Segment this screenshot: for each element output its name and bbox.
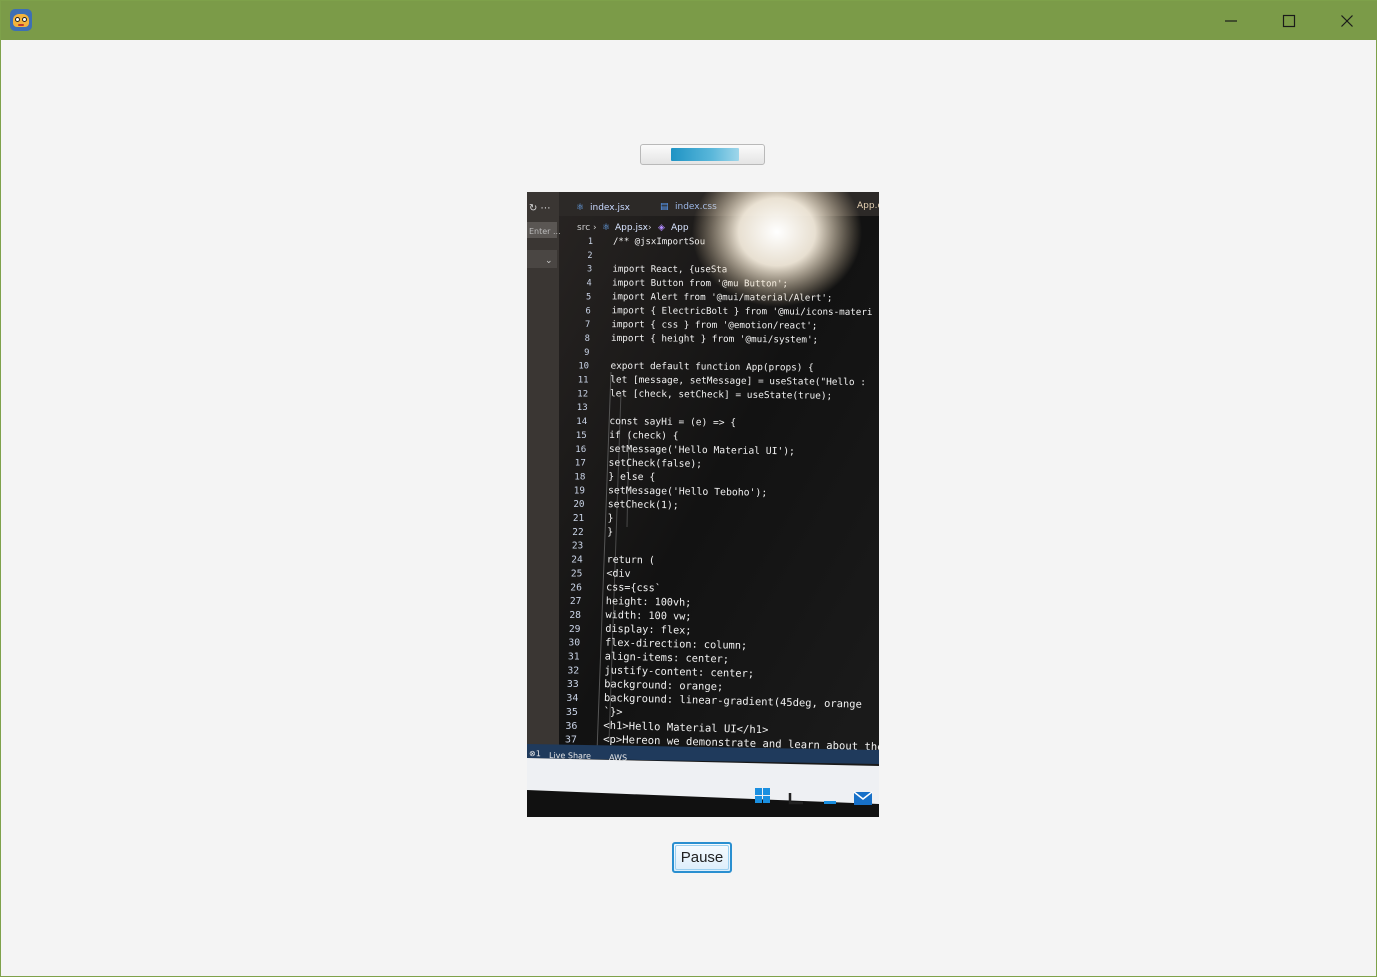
code-line-text: height: 100vh;	[606, 596, 692, 609]
maximize-icon	[1282, 14, 1296, 27]
code-line-number: 30	[568, 638, 580, 649]
code-line-text: }	[607, 527, 613, 538]
maximize-button[interactable]	[1260, 1, 1318, 40]
svg-text:◈: ◈	[658, 223, 665, 233]
breadcrumb-symbol: App	[671, 223, 689, 233]
svg-text:⌄: ⌄	[545, 256, 553, 266]
code-line-text: <div	[606, 568, 630, 579]
code-line-number: 16	[575, 444, 586, 455]
monster-app-icon	[10, 9, 32, 31]
video-frame-image: Enter ... ⌄ ↻ ⋯ ⚛ index.jsx ▤ index.css …	[527, 192, 879, 817]
taskbar-app-icon	[824, 801, 836, 804]
app-window: Enter ... ⌄ ↻ ⋯ ⚛ index.jsx ▤ index.css …	[0, 0, 1377, 977]
code-line-number: 28	[569, 610, 581, 621]
svg-text:⚛: ⚛	[602, 223, 610, 233]
code-line-number: 6	[586, 306, 591, 316]
code-line-number: 7	[585, 320, 590, 330]
code-line-number: 2	[587, 251, 592, 261]
code-line-number: 20	[573, 499, 585, 510]
code-line-text: setCheck(1);	[608, 499, 679, 511]
code-line-number: 25	[571, 568, 583, 579]
code-line-text: import { css } from '@emotion/react';	[611, 319, 817, 332]
code-line-number: 32	[567, 665, 579, 676]
code-line-number: 37	[565, 735, 577, 746]
breadcrumb-file: App.jsx	[615, 223, 649, 233]
code-line-number: 11	[578, 376, 589, 386]
code-line-number: 33	[567, 679, 579, 690]
code-line-number: 3	[587, 265, 592, 275]
code-line-number: 13	[577, 403, 588, 413]
video-progress-bar[interactable]	[640, 144, 765, 165]
svg-text:›: ›	[648, 223, 652, 233]
code-line-number: 23	[572, 541, 583, 552]
code-line-text: import { ElectricBolt } from '@mui/icons…	[612, 305, 873, 318]
svg-text:⚛: ⚛	[576, 203, 584, 213]
code-line-number: 12	[577, 389, 588, 399]
code-line-text: }	[607, 513, 613, 524]
code-line-number: 26	[570, 582, 582, 593]
code-line-number: 22	[572, 527, 583, 538]
minimize-icon	[1225, 19, 1237, 22]
title-bar[interactable]	[1, 1, 1377, 40]
code-line-number: 15	[576, 431, 587, 441]
svg-text:›: ›	[593, 223, 597, 233]
svg-text:▤: ▤	[660, 202, 669, 212]
code-line-number: 34	[566, 693, 578, 704]
code-line-number: 1	[588, 237, 593, 247]
sidebar-input: Enter ...	[529, 227, 561, 236]
code-line-number: 19	[574, 485, 585, 496]
code-line-text: setCheck(false);	[609, 458, 703, 470]
code-line-number: 21	[573, 513, 585, 524]
svg-text:↻ ⋯: ↻ ⋯	[529, 203, 551, 214]
code-line-text: import { height } from '@mui/system';	[611, 333, 818, 346]
code-line-number: 5	[586, 292, 591, 302]
code-line-number: 36	[565, 721, 577, 732]
code-line-number: 4	[586, 279, 591, 289]
code-line-number: 8	[585, 334, 590, 344]
code-line-number: 27	[570, 596, 582, 607]
code-line-text: width: 100 vw;	[605, 610, 691, 623]
code-line-number: 31	[568, 652, 580, 663]
code-line-text: export default function App(props) {	[610, 361, 813, 374]
tab-app: App.c	[857, 201, 879, 211]
code-line-text: /** @jsxImportSou	[613, 237, 705, 247]
code-line-text: const sayHi = (e) => {	[609, 416, 736, 429]
code-line-text: `}>	[603, 706, 622, 718]
minimize-button[interactable]	[1202, 1, 1260, 40]
code-line-number: 10	[578, 362, 589, 372]
tab-index-jsx: index.jsx	[590, 203, 631, 213]
code-line-text: css={css`	[606, 581, 661, 594]
breadcrumb-src: src	[577, 223, 590, 233]
mail-icon	[853, 791, 873, 805]
code-line-number: 9	[584, 348, 589, 358]
video-progress-fill	[671, 148, 739, 161]
video-frame[interactable]: Enter ... ⌄ ↻ ⋯ ⚛ index.jsx ▤ index.css …	[527, 192, 879, 817]
code-line-number: 17	[575, 458, 586, 469]
code-line-text: return (	[607, 555, 655, 567]
code-line-text: } else {	[608, 471, 655, 483]
close-icon	[1341, 14, 1353, 27]
pause-button-label: Pause	[680, 849, 724, 866]
code-line-number: 24	[571, 555, 583, 566]
code-line-number: 29	[569, 624, 581, 635]
pause-button[interactable]: Pause	[672, 842, 732, 873]
code-line-text: if (check) {	[609, 430, 679, 442]
svg-text:⊗1: ⊗1	[529, 749, 541, 758]
code-line-text: display: flex;	[605, 623, 692, 637]
code-line-number: 14	[576, 417, 587, 427]
code-line-number: 18	[574, 471, 585, 482]
code-line-number: 35	[566, 707, 578, 718]
close-button[interactable]	[1318, 1, 1376, 40]
